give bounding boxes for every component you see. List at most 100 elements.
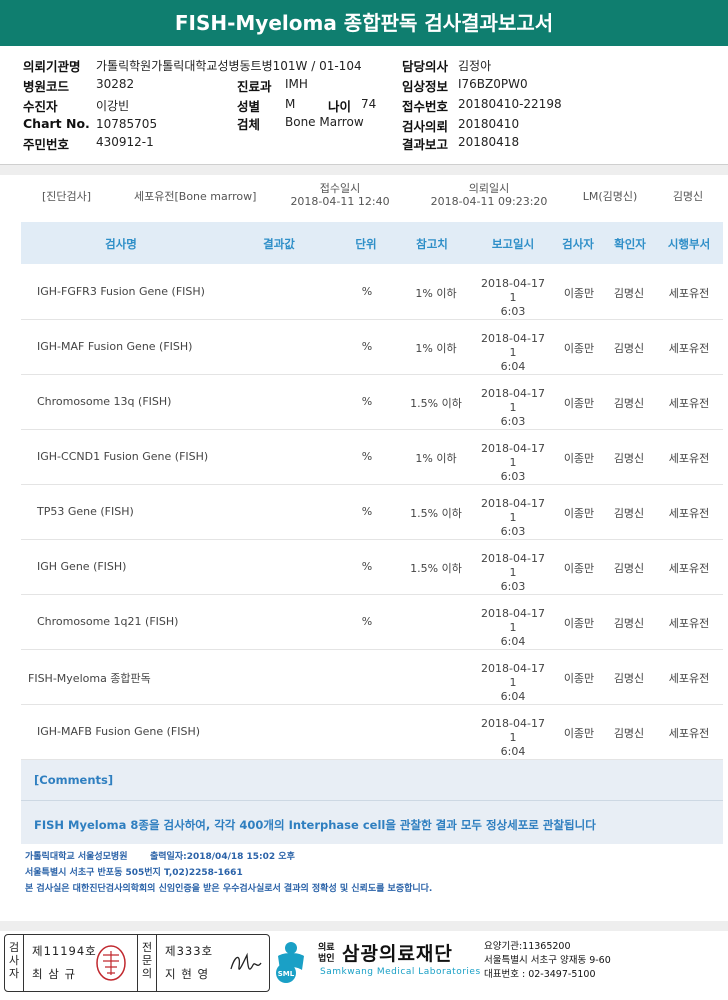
request-summary-row: [진단검사] 세포유전[Bone marrow] 접수일시 2018-04-11… bbox=[0, 176, 728, 220]
report-time-line2: 6:03 bbox=[500, 305, 526, 318]
report-date-label: 결과보고 bbox=[402, 137, 449, 152]
reference: 1.5% 이하 bbox=[410, 397, 462, 410]
confirmer: 김명신 bbox=[613, 727, 645, 740]
table-row: IGH-MAF Fusion Gene (FISH) % 1% 이하 2018-… bbox=[21, 320, 723, 375]
confirmer: 김명신 bbox=[613, 452, 645, 465]
confirmer: 김명신 bbox=[613, 397, 645, 410]
sml-logo-text: SML bbox=[278, 970, 295, 978]
col-report-time: 보고일시 bbox=[491, 237, 535, 251]
report-time: 2018-04-17 1 6:03 bbox=[476, 497, 550, 539]
report-time: 2018-04-17 1 6:04 bbox=[476, 332, 550, 374]
divider-band bbox=[0, 165, 728, 175]
table-row: IGH-FGFR3 Fusion Gene (FISH) % 1% 이하 201… bbox=[21, 265, 723, 320]
confirmer: 김명신 bbox=[613, 617, 645, 630]
col-department: 시행부서 bbox=[667, 237, 711, 251]
test-name: IGH-FGFR3 Fusion Gene (FISH) bbox=[37, 285, 205, 298]
report-time-line1: 2018-04-17 1 bbox=[481, 662, 545, 689]
report-time-line2: 6:04 bbox=[500, 635, 526, 648]
institution-value: 가톨릭학원가톨릭대학교성병동트병101W / 01-104 bbox=[96, 59, 362, 73]
tester-license: 제11194호 bbox=[32, 944, 97, 958]
lab-english-name: Samkwang Medical Laboratories bbox=[320, 967, 481, 977]
table-row: IGH-CCND1 Fusion Gene (FISH) % 1% 이하 201… bbox=[21, 430, 723, 485]
report-time-line1: 2018-04-17 1 bbox=[481, 607, 545, 634]
report-time-line2: 6:04 bbox=[500, 745, 526, 758]
report-time: 2018-04-17 1 6:03 bbox=[476, 442, 550, 484]
test-name: TP53 Gene (FISH) bbox=[37, 505, 134, 518]
comments-text: FISH Myeloma 8종을 검사하여, 각각 400개의 Interpha… bbox=[34, 818, 596, 832]
request-time-label: 의뢰일시 bbox=[468, 182, 510, 195]
footer-hospital: 가톨릭대학교 서울성모병원 bbox=[25, 852, 128, 862]
department: 세포유전 bbox=[668, 617, 710, 630]
department: 세포유전 bbox=[668, 452, 710, 465]
signature-box: 검사자 제11194호 최 삼 규 전문의 제333호 지 현 영 bbox=[4, 934, 270, 992]
report-time-line1: 2018-04-17 1 bbox=[481, 332, 545, 359]
report-time-line2: 6:03 bbox=[500, 580, 526, 593]
confirmer: 김명신 bbox=[613, 672, 645, 685]
receipt-time: 2018-04-11 12:40 bbox=[290, 195, 390, 208]
tester: 이종만 bbox=[563, 617, 595, 630]
report-time-line2: 6:03 bbox=[500, 415, 526, 428]
reference: 1.5% 이하 bbox=[410, 507, 462, 520]
table-row: IGH Gene (FISH) % 1.5% 이하 2018-04-17 1 6:… bbox=[21, 540, 723, 595]
report-time-line1: 2018-04-17 1 bbox=[481, 552, 545, 579]
test-group: 세포유전[Bone marrow] bbox=[134, 190, 257, 203]
test-name: IGH-MAFB Fusion Gene (FISH) bbox=[37, 725, 201, 738]
test-name: IGH Gene (FISH) bbox=[37, 560, 127, 573]
id-value: 430912-1 bbox=[96, 135, 154, 149]
doctor-label: 담당의사 bbox=[402, 59, 449, 74]
table-row: IGH-MAFB Fusion Gene (FISH) 2018-04-17 1… bbox=[21, 705, 723, 760]
comments-box: [Comments] FISH Myeloma 8종을 검사하여, 각각 400… bbox=[21, 760, 723, 844]
table-row: Chromosome 1q21 (FISH) % 2018-04-17 1 6:0… bbox=[21, 595, 723, 650]
department: 세포유전 bbox=[668, 397, 710, 410]
hospital-code-value: 30282 bbox=[96, 77, 135, 91]
footer-address: 서울특별시 서초구 반포동 505번지 T,02)2258-1661 bbox=[25, 868, 243, 878]
report-title: FISH-Myeloma 종합판독 검사결과보고서 bbox=[0, 0, 728, 46]
confirmer: 김명신 bbox=[613, 342, 645, 355]
tester-name: 최 삼 규 bbox=[32, 967, 77, 981]
patient-value: 이강빈 bbox=[96, 99, 130, 113]
test-name: IGH-CCND1 Fusion Gene (FISH) bbox=[37, 450, 209, 463]
report-time-line2: 6:03 bbox=[500, 470, 526, 483]
report-time: 2018-04-17 1 6:03 bbox=[476, 277, 550, 319]
lab-address: 서울특별시 서초구 양재동 9-60 bbox=[484, 955, 611, 966]
sex-label: 성별 bbox=[237, 99, 261, 114]
table-row: FISH-Myeloma 종합판독 2018-04-17 1 6:04 이종만 김… bbox=[21, 650, 723, 705]
chart-label: Chart No. bbox=[23, 116, 90, 131]
lab-code: 요양기관:11365200 bbox=[484, 941, 571, 952]
test-name: IGH-MAF Fusion Gene (FISH) bbox=[37, 340, 193, 353]
report-time: 2018-04-17 1 6:04 bbox=[476, 717, 550, 759]
hospital-code-label: 병원코드 bbox=[23, 79, 70, 94]
confirmer: 김명신 bbox=[613, 507, 645, 520]
footer-printed: 출력일자:2018/04/18 15:02 오후 bbox=[150, 852, 295, 862]
report-time-line1: 2018-04-17 1 bbox=[481, 387, 545, 414]
table-row: TP53 Gene (FISH) % 1.5% 이하 2018-04-17 16… bbox=[21, 485, 723, 540]
doctor-signature-icon bbox=[230, 952, 262, 970]
age-label: 나이 bbox=[328, 99, 352, 114]
department: 세포유전 bbox=[668, 672, 710, 685]
footer-notice: 본 검사실은 대한진단검사의학회의 신임인증을 받은 우수검사실로서 결과의 정… bbox=[25, 884, 433, 894]
test-name: FISH-Myeloma 종합판독 bbox=[28, 672, 151, 685]
reference: 1.5% 이하 bbox=[410, 562, 462, 575]
receipt-label: 접수번호 bbox=[402, 99, 449, 114]
comments-divider bbox=[21, 800, 723, 801]
tester: 이종만 bbox=[563, 452, 595, 465]
dept-value: IMH bbox=[285, 77, 308, 91]
sml-logo-icon: SML bbox=[276, 942, 304, 983]
divider-band bbox=[0, 921, 728, 931]
request-value: 20180410 bbox=[458, 117, 520, 131]
col-reference: 참고치 bbox=[416, 237, 448, 251]
receipt-time-label: 접수일시 bbox=[319, 182, 361, 195]
results-table-header: 검사명 결과값 단위 참고치 보고일시 검사자 확인자 시행부서 bbox=[21, 222, 723, 264]
doctor-value: 김정아 bbox=[458, 59, 492, 73]
unit: % bbox=[361, 615, 373, 628]
tester: 이종만 bbox=[563, 672, 595, 685]
report-time-line2: 6:03 bbox=[500, 525, 526, 538]
confirmer: 김명신 bbox=[613, 562, 645, 575]
sex-value: M bbox=[285, 97, 296, 111]
category: [진단검사] bbox=[42, 190, 92, 203]
lab-phone: 대표번호 : 02-3497-5100 bbox=[484, 969, 596, 980]
report-time-line2: 6:04 bbox=[500, 360, 526, 373]
department: 세포유전 bbox=[668, 342, 710, 355]
tester: 이종만 bbox=[563, 397, 595, 410]
doctor-name: 지 현 영 bbox=[165, 967, 210, 981]
